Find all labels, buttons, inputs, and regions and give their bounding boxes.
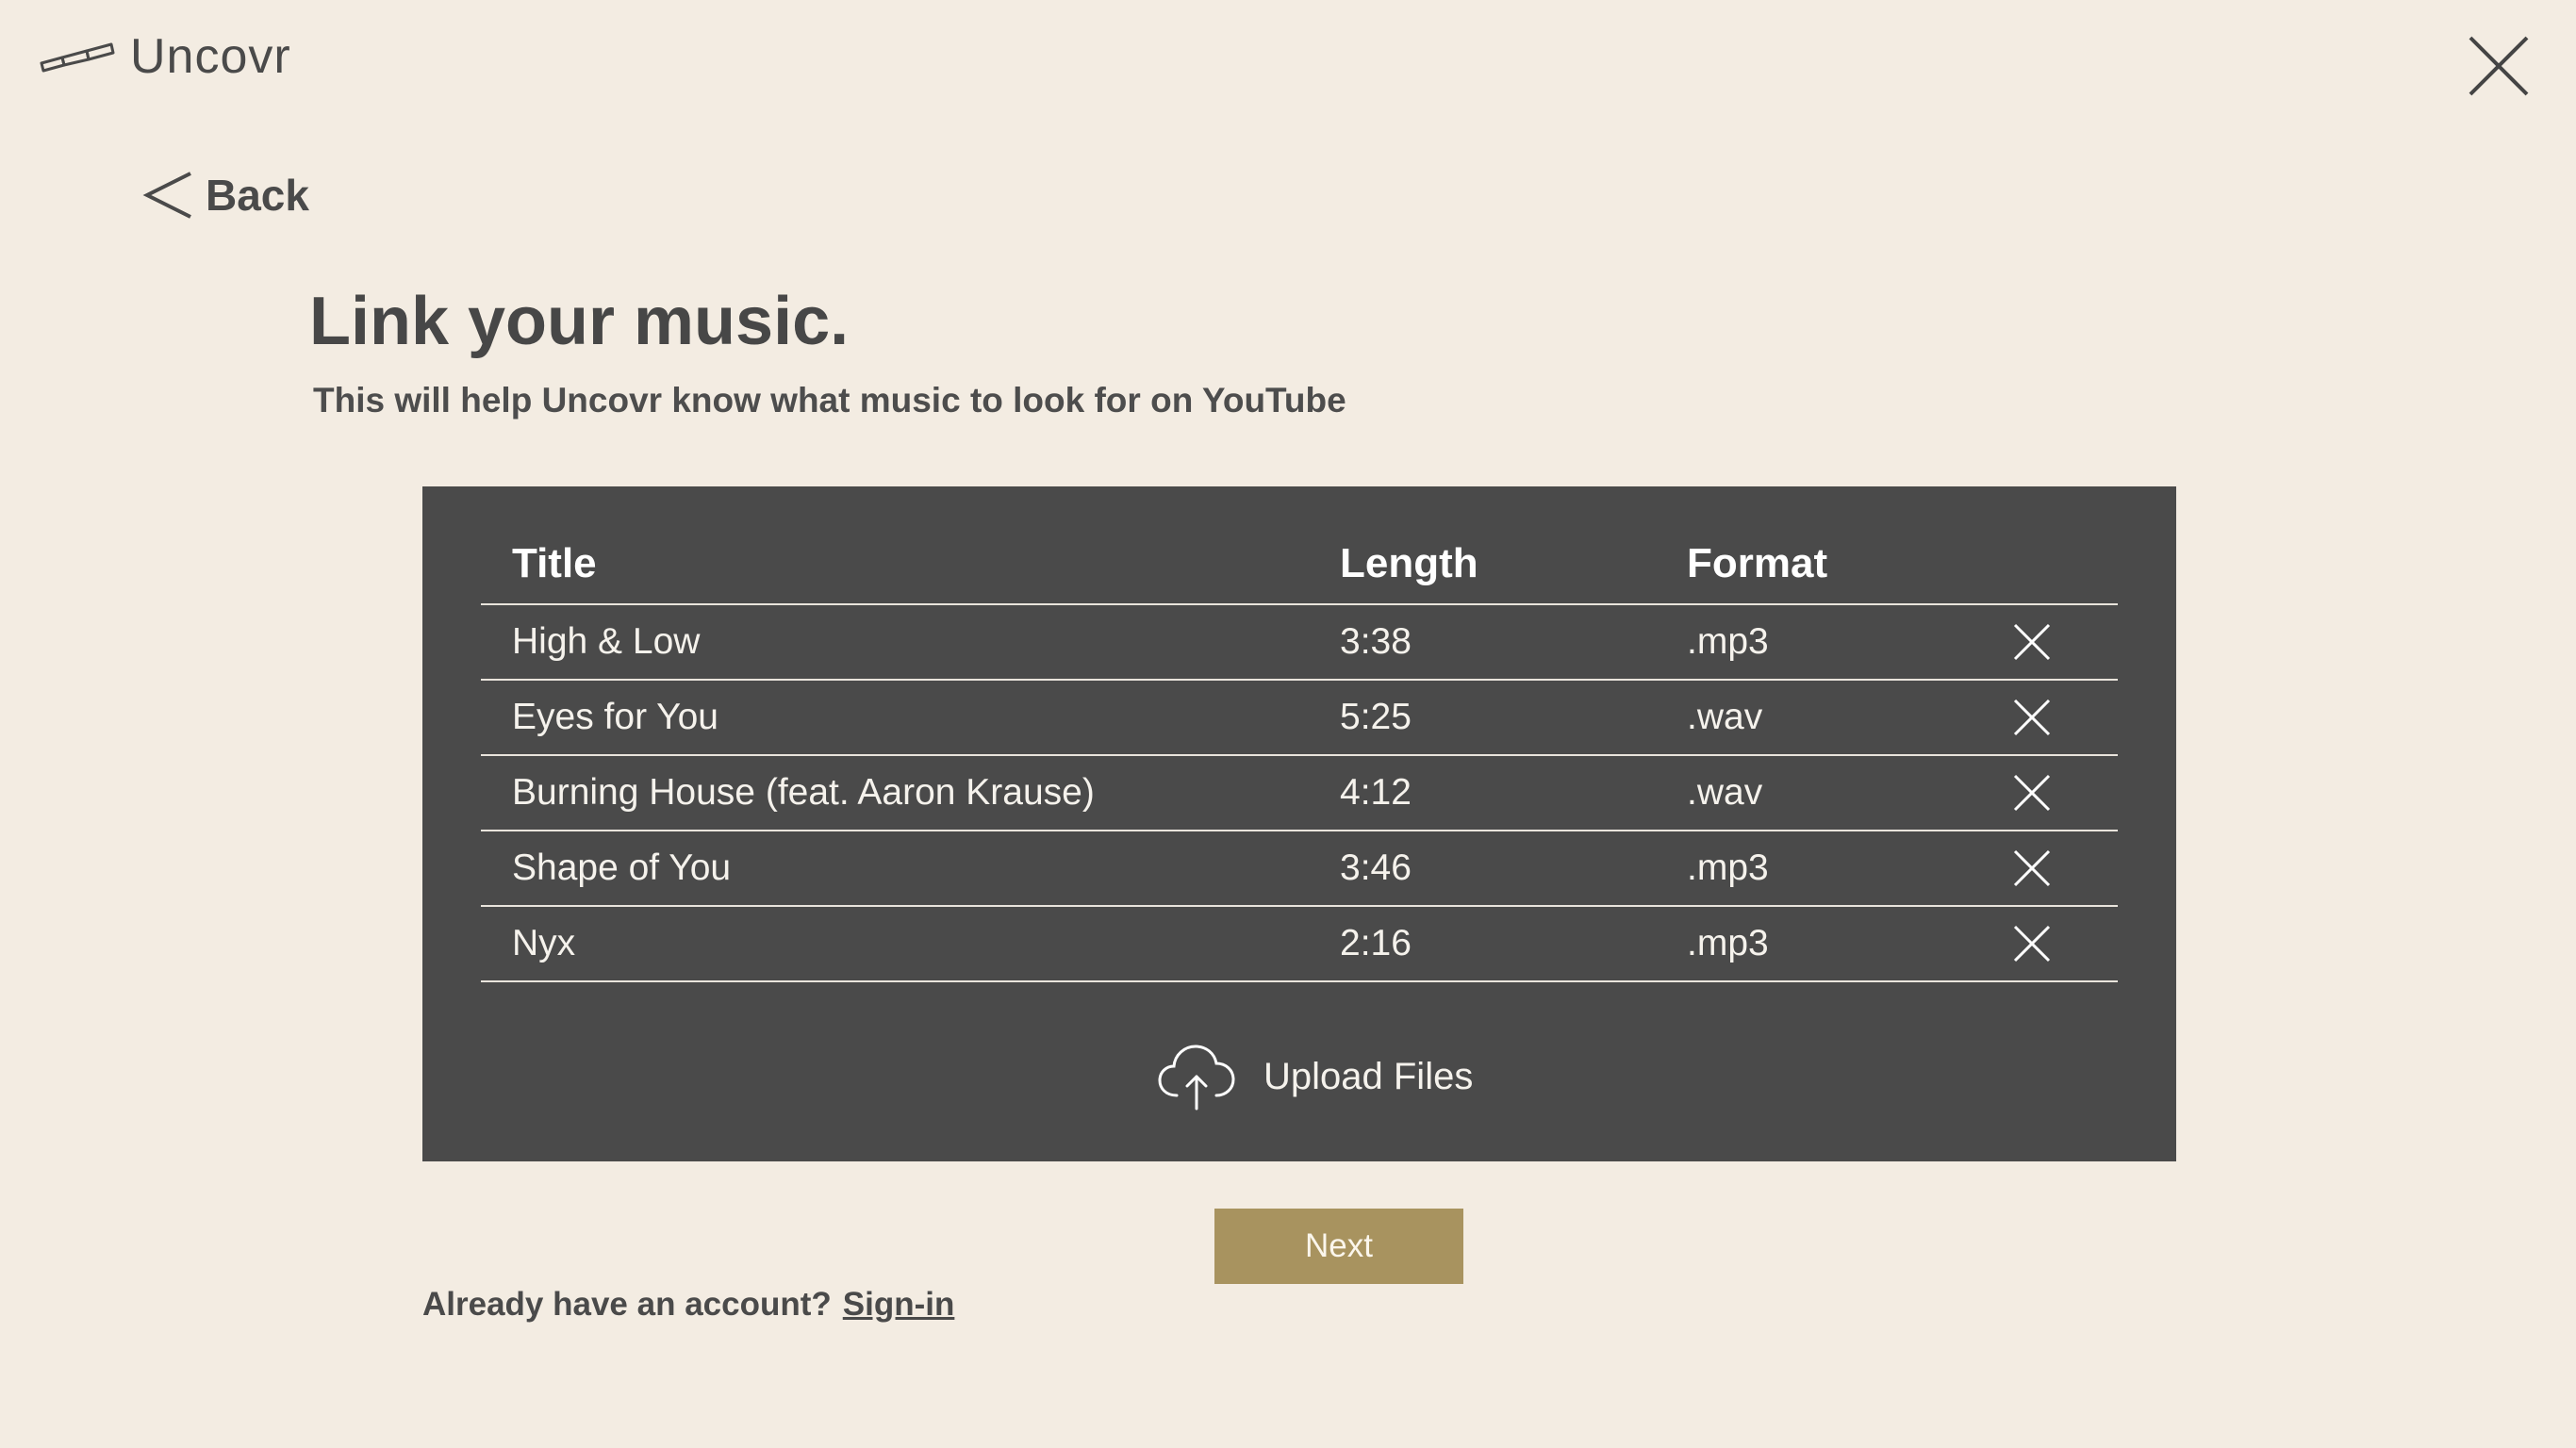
app-logo[interactable]: Uncovr: [40, 28, 291, 85]
close-icon: [2013, 623, 2051, 661]
close-icon: [2013, 699, 2051, 736]
back-label: Back: [206, 171, 309, 220]
page-title: Link your music.: [309, 284, 850, 359]
back-button[interactable]: Back: [141, 170, 309, 221]
table-header: Title Length Format: [481, 524, 2118, 605]
track-title: Eyes for You: [512, 697, 718, 737]
account-prompt: Already have an account?: [422, 1286, 832, 1323]
upload-files-button[interactable]: Upload Files: [1156, 1041, 1473, 1112]
table-row: High & Low 3:38 .mp3: [481, 605, 2118, 681]
table-row: Shape of You 3:46 .mp3: [481, 831, 2118, 907]
cloud-upload-icon: [1158, 1045, 1235, 1111]
close-button[interactable]: [2459, 28, 2535, 104]
remove-track-button[interactable]: [2011, 847, 2053, 889]
remove-track-button[interactable]: [2011, 621, 2053, 663]
telescope-icon: [40, 41, 115, 73]
account-prompt-row: Already have an account? Sign-in: [422, 1286, 954, 1324]
table-row: Burning House (feat. Aaron Krause) 4:12 …: [481, 756, 2118, 831]
track-length: 3:38: [1340, 621, 1412, 662]
remove-track-button[interactable]: [2011, 772, 2053, 814]
table-row: Eyes for You 5:25 .wav: [481, 681, 2118, 756]
close-icon: [2469, 36, 2529, 96]
sign-in-link[interactable]: Sign-in: [843, 1286, 955, 1324]
track-length: 3:46: [1340, 847, 1412, 888]
close-icon: [2013, 925, 2051, 963]
track-length: 4:12: [1340, 772, 1412, 813]
track-length: 2:16: [1340, 923, 1412, 963]
track-title: Nyx: [512, 923, 576, 963]
track-format: .mp3: [1687, 621, 1769, 662]
track-title: High & Low: [512, 621, 701, 662]
track-format: .wav: [1687, 772, 1763, 813]
page: Uncovr Back Link your music. This will h…: [0, 0, 2576, 1448]
remove-track-button[interactable]: [2011, 923, 2053, 964]
track-format: .mp3: [1687, 923, 1769, 963]
track-format: .mp3: [1687, 847, 1769, 888]
track-length: 5:25: [1340, 697, 1412, 737]
column-header-title: Title: [512, 540, 597, 586]
chevron-left-icon: [142, 172, 191, 219]
next-button[interactable]: Next: [1214, 1209, 1463, 1284]
app-name: Uncovr: [130, 29, 291, 84]
column-header-format: Format: [1687, 540, 1828, 586]
tracks-table: Title Length Format High & Low 3:38 .mp3: [481, 524, 2118, 982]
close-icon: [2013, 849, 2051, 887]
table-row: Nyx 2:16 .mp3: [481, 907, 2118, 982]
close-icon: [2013, 774, 2051, 812]
page-subtitle: This will help Uncovr know what music to…: [313, 381, 1346, 420]
remove-track-button[interactable]: [2011, 697, 2053, 738]
track-title: Shape of You: [512, 847, 732, 888]
track-title: Burning House (feat. Aaron Krause): [512, 772, 1095, 813]
track-format: .wav: [1687, 697, 1763, 737]
column-header-length: Length: [1340, 540, 1478, 586]
upload-label: Upload Files: [1263, 1055, 1474, 1097]
music-panel: Title Length Format High & Low 3:38 .mp3: [422, 486, 2176, 1161]
